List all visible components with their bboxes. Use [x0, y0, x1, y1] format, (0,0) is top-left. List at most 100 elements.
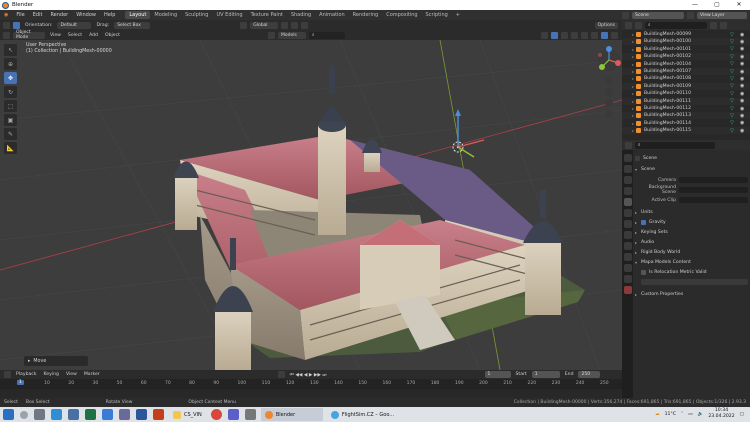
properties-section-audio[interactable]: ▸ Audio [635, 238, 748, 246]
visibility-eye-icon[interactable]: ◉ [740, 91, 750, 97]
properties-section-custom-properties[interactable]: ▸ Custom Properties [635, 290, 748, 298]
expand-arrow-icon[interactable]: ▸ [622, 47, 636, 52]
start-frame-field[interactable]: 1 [531, 371, 560, 378]
tool-tab-icon[interactable] [623, 154, 632, 162]
record-icon[interactable] [277, 371, 285, 378]
expand-arrow-icon[interactable]: ▸ [622, 39, 636, 44]
collection-tab-icon[interactable] [623, 220, 632, 228]
workspace-tab-uv-editing[interactable]: UV Editing [212, 11, 246, 19]
menu-add[interactable]: Add [87, 33, 100, 38]
3d-viewport[interactable] [0, 40, 622, 370]
outliner-row[interactable]: ▸ BuildingMesh-00102 ▽ ◉ [622, 53, 750, 61]
move-tool-icon[interactable] [13, 21, 20, 29]
expand-arrow-icon[interactable]: ▸ [622, 69, 636, 74]
orientation-dropdown[interactable]: Default [57, 21, 92, 29]
volume-icon[interactable]: 🔈 [698, 412, 704, 417]
playhead[interactable]: 1 [17, 380, 24, 385]
end-frame-field[interactable]: 250 [578, 371, 601, 378]
object-tab-icon[interactable] [623, 231, 632, 239]
proportional-edit-icon[interactable] [301, 21, 309, 29]
menu-edit[interactable]: Edit [29, 12, 47, 18]
workspace-tab-compositing[interactable]: Compositing [382, 11, 421, 19]
visibility-eye-icon[interactable]: ◉ [740, 46, 750, 52]
task-view-icon[interactable] [34, 409, 45, 420]
view-layer-field[interactable]: View Layer [697, 11, 747, 19]
expand-arrow-icon[interactable]: ▸ [622, 121, 636, 126]
expand-arrow-icon[interactable]: ▸ [622, 54, 636, 59]
teams-icon[interactable] [227, 409, 239, 420]
close-button[interactable]: ✕ [728, 0, 750, 10]
outliner-row[interactable]: ▸ BuildingMesh-00109 ▽ ◉ [622, 82, 750, 90]
editor-type-icon[interactable] [3, 31, 10, 39]
menu-select[interactable]: Select [66, 33, 84, 38]
shading-rendered-icon[interactable] [611, 31, 618, 39]
models-dropdown[interactable]: Models [277, 31, 306, 39]
tray-chevron-icon[interactable]: ˄ [681, 412, 683, 417]
taskbar-app-blender[interactable]: Blender [260, 408, 323, 421]
view-layer-tab-icon[interactable] [623, 187, 632, 195]
workspace-tab-animation[interactable]: Animation [315, 11, 349, 19]
timeline-track[interactable] [0, 389, 622, 398]
options-dropdown[interactable]: Options [594, 21, 618, 29]
scene-tab-icon[interactable] [623, 198, 632, 206]
physics-tab-icon[interactable] [623, 253, 632, 261]
data-tab-icon[interactable] [623, 275, 632, 283]
timeline-ruler[interactable]: 0102030506070809010011012013014015016017… [0, 379, 622, 389]
modifier-tab-icon[interactable] [623, 242, 632, 250]
filter-icon[interactable] [710, 21, 717, 29]
transform-space-dropdown[interactable]: Global [250, 21, 279, 29]
expand-arrow-icon[interactable]: ▸ [622, 91, 636, 96]
menu-render[interactable]: Render [46, 12, 72, 18]
workspace-tab-scripting[interactable]: Scripting [422, 11, 452, 19]
visibility-eye-icon[interactable]: ◉ [740, 98, 750, 104]
navigation-gizmo[interactable] [596, 40, 622, 130]
visibility-eye-icon[interactable]: ◉ [740, 106, 750, 112]
settings-icon[interactable] [244, 409, 256, 420]
outliner-row[interactable]: ▸ BuildingMesh-00101 ▽ ◉ [622, 46, 750, 53]
taskbar-app-cs-vin[interactable]: CS_VIN [169, 408, 206, 421]
transform-tool-icon[interactable]: ▣ [4, 114, 17, 126]
models-search-input[interactable]: ⌕ [308, 31, 345, 39]
word-icon[interactable] [136, 409, 147, 420]
expand-arrow-icon[interactable]: ▸ [622, 76, 636, 81]
drag-dropdown[interactable]: Select Box [114, 21, 151, 29]
visibility-eye-icon[interactable]: ◉ [740, 32, 750, 38]
mail-icon[interactable] [68, 409, 79, 420]
visibility-eye-icon[interactable]: ◉ [740, 83, 750, 89]
editor-type-icon[interactable] [4, 371, 11, 378]
workspace-tab-layout[interactable]: Layout [125, 11, 151, 19]
view-layer-icon[interactable] [687, 11, 694, 19]
collection-icon[interactable] [267, 31, 275, 39]
outliner-row[interactable]: ▸ BuildingMesh-00114 ▽ ◉ [622, 120, 750, 127]
menu-object[interactable]: Object [103, 33, 122, 38]
expand-arrow-icon[interactable]: ▸ [622, 84, 636, 89]
scene-selector-icon[interactable] [622, 11, 629, 19]
workspace-tab-texture-paint[interactable]: Texture Paint [247, 11, 287, 19]
select-tool-icon[interactable]: ↖ [4, 44, 17, 56]
blender-menu-icon[interactable]: ◉ [0, 12, 12, 18]
timeline-menu-keying[interactable]: Keying [42, 372, 61, 377]
building-mesh[interactable] [173, 65, 585, 370]
notifications-icon[interactable]: ▢ [740, 412, 744, 417]
scene-section-header[interactable]: ▾ Scene [635, 165, 748, 173]
constraint-tab-icon[interactable] [623, 264, 632, 272]
edge-icon[interactable] [51, 409, 62, 420]
gizmo-toggle-icon[interactable] [551, 31, 558, 39]
maximize-button[interactable]: ▢ [706, 0, 728, 10]
background-scene-field[interactable] [679, 187, 748, 193]
outliner-row[interactable]: ▸ BuildingMesh-00099 ▽ ◉ [622, 31, 750, 38]
measure-tool-icon[interactable]: 📐 [4, 142, 17, 154]
render-tab-icon[interactable] [623, 165, 632, 173]
properties-section-gravity[interactable]: ▸ Gravity [635, 218, 748, 226]
outliner-row[interactable]: ▸ BuildingMesh-00104 ▽ ◉ [622, 61, 750, 68]
editor-type-icon[interactable] [625, 21, 632, 29]
expand-arrow-icon[interactable]: ▸ [622, 128, 636, 133]
rotate-tool-icon[interactable]: ↻ [4, 86, 17, 98]
outliner-row[interactable]: ▸ BuildingMesh-00111 ▽ ◉ [622, 97, 750, 105]
properties-section-mapa-models-content[interactable]: ▾ Mapa Models Content [635, 258, 748, 266]
clock[interactable]: 10:34 23.04.2022 [708, 408, 734, 420]
relocation-checkbox[interactable] [641, 269, 646, 275]
outliner-row[interactable]: ▸ BuildingMesh-00113 ▽ ◉ [622, 112, 750, 120]
playback-controls[interactable]: ⏮ ◀◀ ◀ ▶ ▶▶ ⏭ [288, 372, 329, 378]
workspace-tab-sculpting[interactable]: Sculpting [181, 11, 212, 19]
